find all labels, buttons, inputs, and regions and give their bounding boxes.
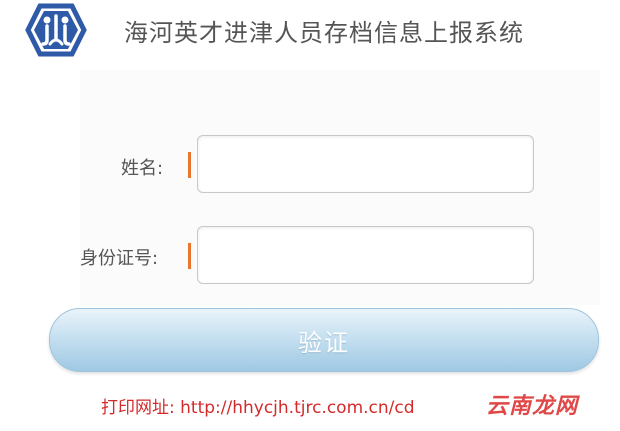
header: 海河英才进津人员存档信息上报系统: [0, 0, 620, 60]
id-number-label: 身份证号:: [80, 248, 159, 269]
hexagon-emblem-icon: [25, 3, 87, 57]
print-address-text: 打印网址: http://hhycjh.tjrc.com.cn/cd: [101, 398, 415, 418]
verify-button[interactable]: 验证: [49, 308, 599, 372]
name-required-marker: [188, 152, 191, 178]
id-number-required-marker: [188, 243, 191, 269]
name-input[interactable]: [197, 135, 534, 193]
name-label: 姓名:: [121, 158, 164, 179]
page-title: 海河英才进津人员存档信息上报系统: [124, 19, 524, 47]
id-number-input[interactable]: [197, 226, 534, 284]
watermark-logo: 云南龙网: [486, 394, 579, 419]
